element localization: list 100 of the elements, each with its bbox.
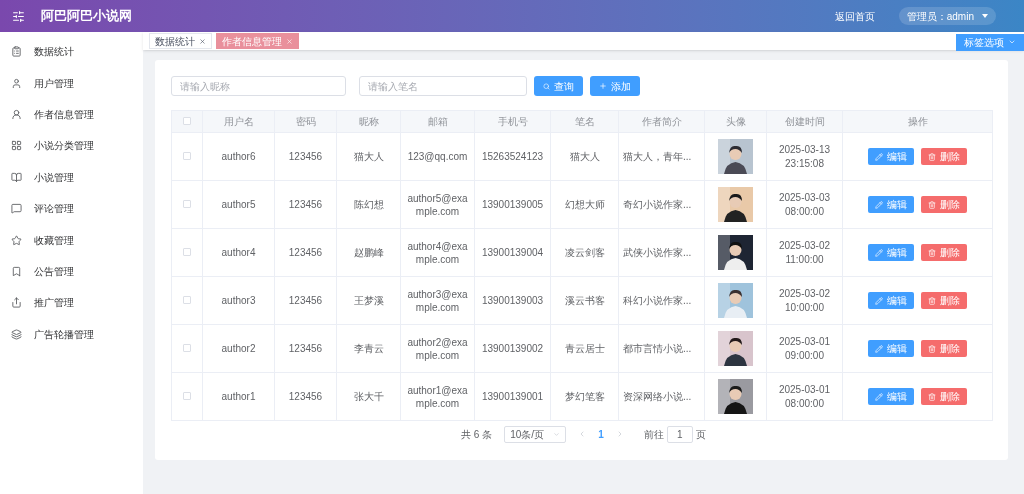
page-size-select[interactable]: 10条/页 <box>504 425 567 443</box>
sidebar-item[interactable]: 作者信息管理 <box>0 98 143 131</box>
table-cell: author3@example.com <box>407 288 468 313</box>
table-cell: 猫大人 <box>353 151 384 162</box>
edit-button[interactable]: 编辑 <box>868 196 914 213</box>
table-cell: 13900139004 <box>481 247 544 258</box>
table-cell: 2025-03-13 23:15:08 <box>778 143 831 169</box>
column-header: 笔名 <box>574 116 595 127</box>
delete-button[interactable]: 删除 <box>921 148 967 165</box>
plus-icon <box>599 82 607 90</box>
sidebar-item[interactable]: 小说分类管理 <box>0 130 143 162</box>
site-title: 阿巴阿巴小说网 <box>41 7 132 26</box>
close-icon[interactable] <box>199 37 206 45</box>
table-cell: 15263524123 <box>481 151 544 162</box>
add-button[interactable]: 添加 <box>590 76 640 96</box>
delete-button[interactable]: 删除 <box>921 244 967 261</box>
share-icon <box>11 297 22 309</box>
table-cell: 凌云剑客 <box>564 247 605 258</box>
table-cell: 2025-03-02 10:00:00 <box>778 287 831 313</box>
table-cell: 幻想大师 <box>564 199 605 210</box>
sidebar-item[interactable]: 用户管理 <box>0 67 143 99</box>
sidebar-item[interactable]: 收藏管理 <box>0 224 143 256</box>
column-header: 头像 <box>725 116 746 127</box>
table-cell: 13900139002 <box>481 343 544 354</box>
home-link[interactable]: 返回首页 <box>834 8 875 24</box>
row-checkbox[interactable] <box>183 200 191 208</box>
row-checkbox[interactable] <box>183 152 191 160</box>
nickname-field[interactable]: 请输入昵称 <box>171 76 346 96</box>
table-cell: 13900139003 <box>481 295 544 306</box>
edit-button[interactable]: 编辑 <box>868 388 914 405</box>
table-cell: 2025-03-01 09:00:00 <box>778 335 831 361</box>
edit-button[interactable]: 编辑 <box>868 292 914 309</box>
chevron-down-icon <box>1008 38 1016 46</box>
delete-button[interactable]: 删除 <box>921 196 967 213</box>
page-tag[interactable]: 数据统计 <box>149 33 212 49</box>
delete-button[interactable]: 删除 <box>921 340 967 357</box>
book-icon <box>11 171 22 183</box>
trash-icon <box>928 248 936 257</box>
edit-button[interactable]: 编辑 <box>868 340 914 357</box>
table-cell: author3 <box>221 295 256 306</box>
caret-icon <box>982 14 988 18</box>
table-cell: 123@qq.com <box>407 151 468 162</box>
table-cell: 王梦溪 <box>353 295 384 306</box>
delete-button[interactable]: 删除 <box>921 388 967 405</box>
edit-button[interactable]: 编辑 <box>868 244 914 261</box>
penname-field[interactable]: 请输入笔名 <box>359 76 527 96</box>
table-cell: author2@example.com <box>407 336 468 361</box>
clipboard-icon <box>11 46 22 58</box>
bookmark-icon <box>11 265 22 277</box>
trash-icon <box>928 296 936 305</box>
edit-button[interactable]: 编辑 <box>868 148 914 165</box>
table-cell: author4@example.com <box>407 240 468 265</box>
page-input[interactable]: 1 <box>666 425 693 443</box>
trash-icon <box>928 152 936 161</box>
page-tag[interactable]: 作者信息管理 <box>216 33 299 49</box>
menu-icon[interactable] <box>12 9 25 23</box>
column-header: 昵称 <box>358 116 379 127</box>
table-cell: 123456 <box>288 391 323 402</box>
table-cell: 奇幻小说作家... <box>623 199 692 210</box>
row-checkbox[interactable] <box>183 392 191 400</box>
delete-button[interactable]: 删除 <box>921 292 967 309</box>
row-checkbox[interactable] <box>183 296 191 304</box>
sidebar-item[interactable]: 数据统计 <box>0 36 143 68</box>
comment-icon <box>11 203 22 215</box>
select-all-checkbox[interactable] <box>183 117 191 125</box>
page-number[interactable]: 1 <box>598 426 604 442</box>
query-button[interactable]: 查询 <box>534 76 583 96</box>
trash-icon <box>928 344 936 353</box>
row-checkbox[interactable] <box>183 248 191 256</box>
sidebar-item[interactable]: 评论管理 <box>0 192 143 225</box>
table-cell: author5 <box>221 199 256 210</box>
table-cell: 李青云 <box>353 343 384 354</box>
total-count: 共 6 条 <box>461 427 493 442</box>
pencil-icon <box>875 296 883 305</box>
table-cell: author2 <box>221 343 256 354</box>
table-cell: 赵鹏峰 <box>353 247 384 258</box>
table-cell: 2025-03-01 08:00:00 <box>778 383 831 409</box>
table-cell: 2025-03-02 11:00:00 <box>778 239 831 265</box>
table-cell: author1 <box>221 391 256 402</box>
table-cell: 13900139001 <box>481 391 544 402</box>
sidebar-item[interactable]: 广告轮播管理 <box>0 318 143 350</box>
tag-options-button[interactable]: 标签选项 <box>956 33 1024 51</box>
pencil-icon <box>875 248 883 257</box>
table-cell: 123456 <box>288 247 323 258</box>
table-cell: 猫大人 <box>569 151 600 162</box>
sidebar-item[interactable]: 小说管理 <box>0 161 143 193</box>
table-cell: author4 <box>221 247 256 258</box>
row-checkbox[interactable] <box>183 344 191 352</box>
table-cell: author6 <box>221 151 256 162</box>
table-cell: author1@example.com <box>407 384 468 409</box>
table-cell: 2025-03-03 08:00:00 <box>778 191 831 217</box>
column-header: 邮箱 <box>427 116 448 127</box>
table-cell: 陈幻想 <box>353 199 384 210</box>
sidebar-item[interactable]: 公告管理 <box>0 255 143 288</box>
column-header: 密码 <box>295 116 316 127</box>
column-header: 操作 <box>907 116 928 127</box>
user-menu[interactable]: 管理员：admin <box>898 7 996 25</box>
table-cell: 溪云书客 <box>564 295 605 306</box>
chevron-down-icon <box>553 430 561 438</box>
sidebar-item[interactable]: 推广管理 <box>0 287 143 319</box>
